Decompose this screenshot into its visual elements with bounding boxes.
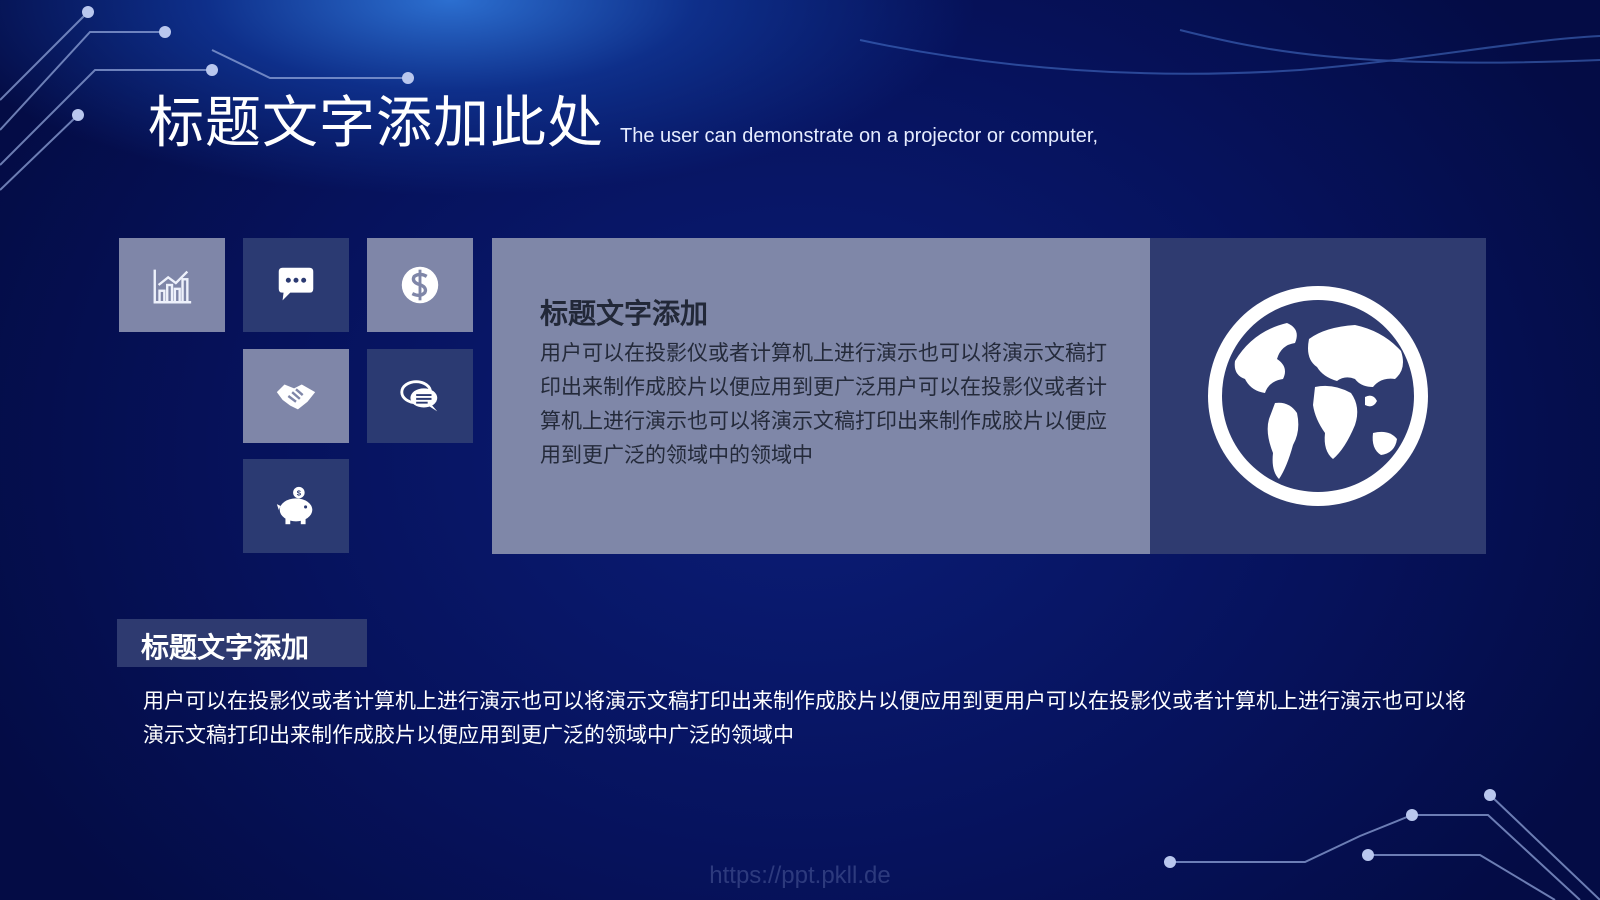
card-title: 标题文字添加 <box>540 297 709 330</box>
section-label: 标题文字添加 <box>141 631 310 664</box>
tile-speech <box>367 349 473 443</box>
bar-chart-icon <box>153 269 192 304</box>
slide-subtitle: The user can demonstrate on a projector … <box>620 125 1099 147</box>
slide-header: 标题文字添加此处 The user can demonstrate on a p… <box>148 92 1098 156</box>
tile-chat <box>243 238 349 332</box>
globe-dollar-icon <box>401 266 439 304</box>
handshake-icon <box>276 384 316 410</box>
piggy-bank-icon: $ <box>276 486 313 525</box>
section-label-box: 标题文字添加 <box>117 619 367 667</box>
tile-piggy: $ <box>243 459 349 553</box>
tile-chart <box>119 238 225 332</box>
tile-handshake <box>243 349 349 443</box>
svg-text:$: $ <box>297 488 302 497</box>
globe-panel <box>1150 238 1486 554</box>
speech-bubbles-icon <box>400 380 438 412</box>
card-body: 用户可以在投影仪或者计算机上进行演示也可以将演示文稿打印出来制作成胶片以便应用到… <box>540 341 1107 467</box>
tile-globe-dollar <box>367 238 473 332</box>
section-body: 用户可以在投影仪或者计算机上进行演示也可以将演示文稿打印出来制作成胶片以便应用到… <box>143 689 1466 747</box>
watermark: https://ppt.pkll.de <box>709 862 891 889</box>
slide-title: 标题文字添加此处 <box>148 91 604 156</box>
world-globe-icon <box>1208 286 1428 506</box>
content-card: 标题文字添加 用户可以在投影仪或者计算机上进行演示也可以将演示文稿打印出来制作成… <box>492 238 1150 554</box>
chat-bubble-icon <box>278 267 314 301</box>
